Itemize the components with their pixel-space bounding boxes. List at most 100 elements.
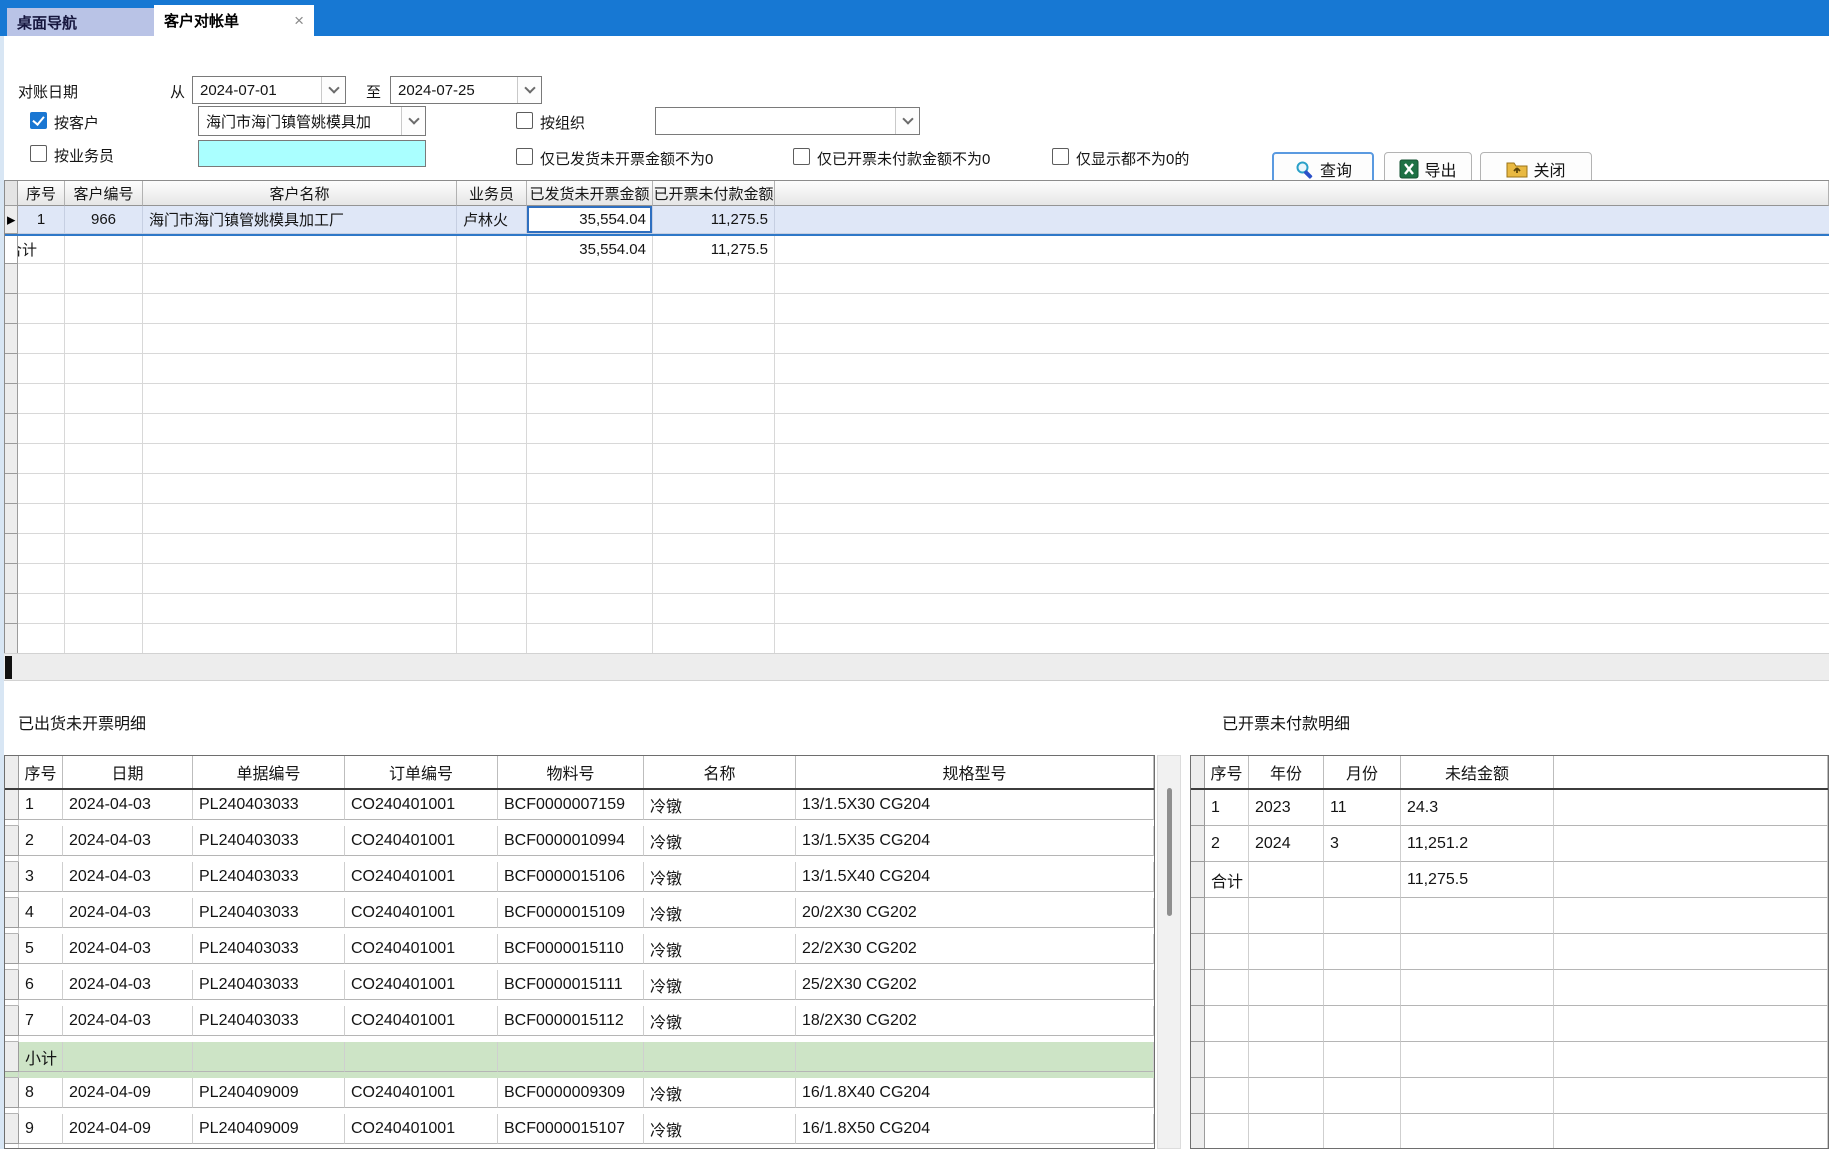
table-cell[interactable]: PL240409009 bbox=[193, 1114, 345, 1144]
salesman-input[interactable] bbox=[198, 140, 426, 167]
col-header-salesman[interactable]: 业务员 bbox=[457, 181, 527, 206]
col-header-month[interactable]: 月份 bbox=[1324, 756, 1401, 788]
table-cell[interactable]: 2024-04-09 bbox=[63, 1078, 193, 1108]
table-cell[interactable]: PL240403033 bbox=[193, 862, 345, 892]
chevron-down-icon[interactable] bbox=[895, 108, 919, 134]
table-cell[interactable]: 2023 bbox=[1249, 790, 1324, 826]
vertical-scrollbar-thumb[interactable] bbox=[1167, 788, 1172, 916]
table-cell[interactable]: 合计 bbox=[1205, 862, 1249, 898]
chevron-down-icon[interactable] bbox=[401, 107, 425, 135]
table-cell[interactable]: 2024-04-03 bbox=[63, 862, 193, 892]
table-cell[interactable]: 2024-04-03 bbox=[63, 826, 193, 856]
summary-selected-row[interactable]: ▶ 1 966 海门市海门镇管姚模具加工厂 卢林火 35,554.04 11,2… bbox=[5, 206, 1829, 234]
table-cell[interactable]: 1 bbox=[19, 790, 63, 820]
table-cell[interactable]: 11,275.5 bbox=[1401, 862, 1554, 898]
table-cell[interactable]: 13/1.5X30 CG204 bbox=[796, 790, 1154, 820]
table-cell[interactable]: 冷镦 bbox=[644, 826, 796, 856]
table-cell[interactable]: 冷镦 bbox=[644, 1114, 796, 1144]
tab-desktop-navigation[interactable]: 桌面导航 bbox=[7, 8, 154, 36]
table-cell[interactable]: BCF0000015106 bbox=[498, 862, 644, 892]
table-row[interactable]: 52024-04-03PL240403033CO240401001BCF0000… bbox=[5, 934, 1154, 970]
table-row[interactable]: 32024-04-03PL240403033CO240401001BCF0000… bbox=[5, 862, 1154, 898]
row-selector-cell[interactable] bbox=[5, 1042, 19, 1072]
table-cell[interactable]: 冷镦 bbox=[644, 862, 796, 892]
row-selector-cell[interactable] bbox=[5, 1006, 19, 1036]
table-row[interactable]: 42024-04-03PL240403033CO240401001BCF0000… bbox=[5, 898, 1154, 934]
tab-customer-statement[interactable]: 客户对帐单 × bbox=[154, 5, 314, 36]
tab-close-icon[interactable]: × bbox=[280, 11, 304, 31]
table-cell[interactable] bbox=[1324, 862, 1401, 898]
table-cell[interactable] bbox=[1249, 862, 1324, 898]
table-cell[interactable]: 11,251.2 bbox=[1401, 826, 1554, 862]
col-header-customer-code[interactable]: 客户编号 bbox=[65, 181, 143, 206]
table-cell[interactable]: 22/2X30 CG202 bbox=[796, 934, 1154, 964]
col-header-open-amount[interactable]: 未结金额 bbox=[1401, 756, 1554, 788]
table-cell[interactable]: BCF0000007159 bbox=[498, 790, 644, 820]
table-cell[interactable] bbox=[498, 1042, 644, 1072]
col-header-order-no[interactable]: 订单编号 bbox=[345, 756, 498, 788]
table-cell[interactable]: 2024-04-03 bbox=[63, 970, 193, 1000]
table-row[interactable]: 92024-04-09PL240409009CO240401001BCF0000… bbox=[5, 1114, 1154, 1149]
table-cell[interactable]: CO240401001 bbox=[345, 790, 498, 820]
col-header-name[interactable]: 名称 bbox=[644, 756, 796, 788]
table-cell[interactable]: CO240401001 bbox=[345, 934, 498, 964]
table-cell[interactable]: PL240403033 bbox=[193, 826, 345, 856]
table-cell[interactable]: PL240403033 bbox=[193, 934, 345, 964]
table-cell[interactable]: 冷镦 bbox=[644, 1078, 796, 1108]
table-row[interactable]: 82024-04-09PL240409009CO240401001BCF0000… bbox=[5, 1078, 1154, 1114]
table-cell[interactable]: 4 bbox=[19, 898, 63, 928]
table-cell[interactable]: 2 bbox=[1205, 826, 1249, 862]
table-row[interactable]: 12024-04-03PL240403033CO240401001BCF0000… bbox=[5, 790, 1154, 826]
table-cell[interactable]: 16/1.8X40 CG204 bbox=[796, 1078, 1154, 1108]
table-cell[interactable] bbox=[796, 1042, 1154, 1072]
table-cell[interactable]: 3 bbox=[19, 862, 63, 892]
table-row[interactable]: 120231124.3 bbox=[1191, 790, 1828, 826]
table-cell[interactable]: 2 bbox=[19, 826, 63, 856]
table-cell[interactable]: 1 bbox=[1205, 790, 1249, 826]
row-selector-cell[interactable] bbox=[5, 898, 19, 928]
customer-select[interactable]: 海门市海门镇管姚模具加 bbox=[198, 106, 426, 136]
vertical-scrollbar[interactable] bbox=[1157, 755, 1181, 1149]
table-cell[interactable]: 3 bbox=[1324, 826, 1401, 862]
col-header-seq[interactable]: 序号 bbox=[19, 756, 63, 788]
by-customer-checkbox[interactable] bbox=[30, 112, 47, 129]
col-header-year[interactable]: 年份 bbox=[1249, 756, 1324, 788]
table-cell[interactable]: 25/2X30 CG202 bbox=[796, 970, 1154, 1000]
table-cell[interactable]: CO240401001 bbox=[345, 1114, 498, 1144]
only-invoiced-unpaid-checkbox[interactable] bbox=[793, 148, 810, 165]
table-cell[interactable]: 冷镦 bbox=[644, 934, 796, 964]
col-header-seq[interactable]: 序号 bbox=[18, 181, 65, 206]
table-cell[interactable]: 8 bbox=[19, 1078, 63, 1108]
chevron-down-icon[interactable] bbox=[321, 77, 345, 103]
only-shipped-not-invoiced-checkbox[interactable] bbox=[516, 148, 533, 165]
cell-salesman[interactable]: 卢林火 bbox=[457, 206, 527, 234]
table-cell[interactable]: PL240403033 bbox=[193, 898, 345, 928]
row-selector-cell[interactable] bbox=[5, 1078, 19, 1108]
organization-select[interactable] bbox=[655, 107, 920, 135]
table-cell[interactable]: 6 bbox=[19, 970, 63, 1000]
table-cell[interactable]: CO240401001 bbox=[345, 862, 498, 892]
row-selector-cell[interactable] bbox=[5, 790, 19, 820]
by-organization-checkbox[interactable] bbox=[516, 112, 533, 129]
only-nonzero-checkbox[interactable] bbox=[1052, 148, 1069, 165]
table-cell[interactable]: PL240409009 bbox=[193, 1078, 345, 1108]
table-cell[interactable]: 9 bbox=[19, 1114, 63, 1144]
row-selector-cell[interactable] bbox=[5, 826, 19, 856]
cell-invoiced-amount[interactable]: 11,275.5 bbox=[653, 206, 775, 234]
table-cell[interactable]: CO240401001 bbox=[345, 1006, 498, 1036]
col-header-shipped-amount[interactable]: 已发货未开票金额 bbox=[527, 181, 653, 206]
date-to-select[interactable]: 2024-07-25 bbox=[390, 76, 542, 104]
table-cell[interactable]: BCF0000015112 bbox=[498, 1006, 644, 1036]
col-header-customer-name[interactable]: 客户名称 bbox=[143, 181, 457, 206]
table-cell[interactable]: 2024-04-03 bbox=[63, 790, 193, 820]
table-cell[interactable]: BCF0000015110 bbox=[498, 934, 644, 964]
horizontal-scrollbar[interactable] bbox=[4, 653, 1829, 681]
row-selector-cell[interactable] bbox=[5, 1114, 19, 1144]
col-header-spec[interactable]: 规格型号 bbox=[796, 756, 1154, 788]
table-cell[interactable]: CO240401001 bbox=[345, 826, 498, 856]
table-cell[interactable]: PL240403033 bbox=[193, 1006, 345, 1036]
table-cell[interactable]: 冷镦 bbox=[644, 790, 796, 820]
cell-shipped-amount-selected[interactable]: 35,554.04 bbox=[527, 206, 653, 234]
row-selector-cell[interactable] bbox=[5, 934, 19, 964]
table-cell[interactable]: 冷镦 bbox=[644, 970, 796, 1000]
